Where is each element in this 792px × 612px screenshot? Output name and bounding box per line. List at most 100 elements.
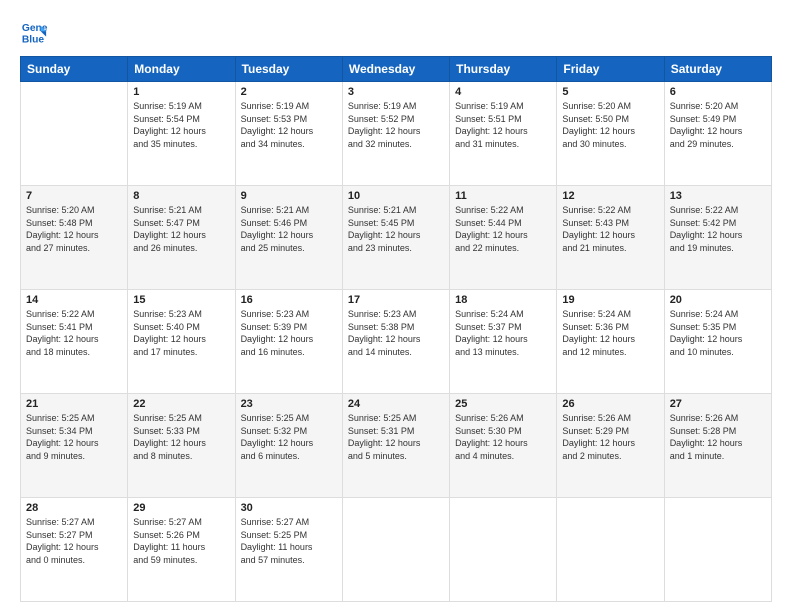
calendar-cell (342, 498, 449, 602)
day-number: 15 (133, 294, 229, 306)
cell-details: Sunrise: 5:25 AM Sunset: 5:33 PM Dayligh… (133, 412, 229, 462)
calendar-cell: 30 Sunrise: 5:27 AM Sunset: 5:25 PM Dayli… (235, 498, 342, 602)
day-number: 12 (562, 190, 658, 202)
calendar-cell: 26 Sunrise: 5:26 AM Sunset: 5:29 PM Dayli… (557, 394, 664, 498)
calendar-cell: 24 Sunrise: 5:25 AM Sunset: 5:31 PM Dayli… (342, 394, 449, 498)
header-monday: Monday (128, 57, 235, 82)
calendar-cell: 5Sunrise: 5:20 AM Sunset: 5:50 PM Daylig… (557, 82, 664, 186)
cell-details: Sunrise: 5:24 AM Sunset: 5:37 PM Dayligh… (455, 308, 551, 358)
calendar-cell: 23 Sunrise: 5:25 AM Sunset: 5:32 PM Dayli… (235, 394, 342, 498)
cell-details: Sunrise: 5:19 AM Sunset: 5:54 PM Dayligh… (133, 100, 229, 150)
header-sunday: Sunday (21, 57, 128, 82)
calendar-cell: 15 Sunrise: 5:23 AM Sunset: 5:40 PM Dayli… (128, 290, 235, 394)
header-thursday: Thursday (450, 57, 557, 82)
cell-details: Sunrise: 5:25 AM Sunset: 5:31 PM Dayligh… (348, 412, 444, 462)
calendar-week-3: 14 Sunrise: 5:22 AM Sunset: 5:41 PM Dayli… (21, 290, 772, 394)
calendar-cell: 7Sunrise: 5:20 AM Sunset: 5:48 PM Daylig… (21, 186, 128, 290)
cell-details: Sunrise: 5:21 AM Sunset: 5:47 PM Dayligh… (133, 204, 229, 254)
cell-details: Sunrise: 5:20 AM Sunset: 5:50 PM Dayligh… (562, 100, 658, 150)
day-number: 19 (562, 294, 658, 306)
calendar-cell: 12 Sunrise: 5:22 AM Sunset: 5:43 PM Dayli… (557, 186, 664, 290)
calendar-cell (21, 82, 128, 186)
calendar-cell: 11Sunrise: 5:22 AM Sunset: 5:44 PM Dayli… (450, 186, 557, 290)
cell-details: Sunrise: 5:23 AM Sunset: 5:40 PM Dayligh… (133, 308, 229, 358)
calendar-cell: 9 Sunrise: 5:21 AM Sunset: 5:46 PM Daylig… (235, 186, 342, 290)
calendar-cell: 6Sunrise: 5:20 AM Sunset: 5:49 PM Daylig… (664, 82, 771, 186)
cell-details: Sunrise: 5:21 AM Sunset: 5:45 PM Dayligh… (348, 204, 444, 254)
cell-details: Sunrise: 5:24 AM Sunset: 5:35 PM Dayligh… (670, 308, 766, 358)
day-number: 22 (133, 398, 229, 410)
calendar-cell: 19 Sunrise: 5:24 AM Sunset: 5:36 PM Dayli… (557, 290, 664, 394)
day-number: 25 (455, 398, 551, 410)
calendar-cell: 16Sunrise: 5:23 AM Sunset: 5:39 PM Dayli… (235, 290, 342, 394)
cell-details: Sunrise: 5:27 AM Sunset: 5:26 PM Dayligh… (133, 516, 229, 566)
calendar-cell: 22 Sunrise: 5:25 AM Sunset: 5:33 PM Dayli… (128, 394, 235, 498)
cell-details: Sunrise: 5:22 AM Sunset: 5:41 PM Dayligh… (26, 308, 122, 358)
calendar-cell: 17 Sunrise: 5:23 AM Sunset: 5:38 PM Dayli… (342, 290, 449, 394)
calendar-cell: 10 Sunrise: 5:21 AM Sunset: 5:45 PM Dayli… (342, 186, 449, 290)
cell-details: Sunrise: 5:19 AM Sunset: 5:52 PM Dayligh… (348, 100, 444, 150)
calendar-table: SundayMondayTuesdayWednesdayThursdayFrid… (20, 56, 772, 602)
day-number: 28 (26, 502, 122, 514)
calendar-cell: 4Sunrise: 5:19 AM Sunset: 5:51 PM Daylig… (450, 82, 557, 186)
day-number: 8 (133, 190, 229, 202)
calendar-cell: 29 Sunrise: 5:27 AM Sunset: 5:26 PM Dayli… (128, 498, 235, 602)
calendar-cell: 1 Sunrise: 5:19 AM Sunset: 5:54 PM Daylig… (128, 82, 235, 186)
cell-details: Sunrise: 5:21 AM Sunset: 5:46 PM Dayligh… (241, 204, 337, 254)
day-number: 7 (26, 190, 122, 202)
cell-details: Sunrise: 5:22 AM Sunset: 5:42 PM Dayligh… (670, 204, 766, 254)
calendar-week-1: 1 Sunrise: 5:19 AM Sunset: 5:54 PM Daylig… (21, 82, 772, 186)
header-wednesday: Wednesday (342, 57, 449, 82)
logo: General Blue (20, 18, 48, 46)
cell-details: Sunrise: 5:25 AM Sunset: 5:34 PM Dayligh… (26, 412, 122, 462)
cell-details: Sunrise: 5:24 AM Sunset: 5:36 PM Dayligh… (562, 308, 658, 358)
calendar-cell: 2 Sunrise: 5:19 AM Sunset: 5:53 PM Daylig… (235, 82, 342, 186)
calendar-week-2: 7Sunrise: 5:20 AM Sunset: 5:48 PM Daylig… (21, 186, 772, 290)
calendar-cell (557, 498, 664, 602)
page: General Blue SundayMondayTuesdayWednesda… (0, 0, 792, 612)
calendar-week-5: 28 Sunrise: 5:27 AM Sunset: 5:27 PM Dayli… (21, 498, 772, 602)
day-number: 9 (241, 190, 337, 202)
calendar-cell: 28 Sunrise: 5:27 AM Sunset: 5:27 PM Dayli… (21, 498, 128, 602)
cell-details: Sunrise: 5:27 AM Sunset: 5:25 PM Dayligh… (241, 516, 337, 566)
day-number: 10 (348, 190, 444, 202)
calendar-cell: 20Sunrise: 5:24 AM Sunset: 5:35 PM Dayli… (664, 290, 771, 394)
svg-text:Blue: Blue (22, 34, 45, 45)
day-number: 17 (348, 294, 444, 306)
cell-details: Sunrise: 5:25 AM Sunset: 5:32 PM Dayligh… (241, 412, 337, 462)
day-number: 24 (348, 398, 444, 410)
day-number: 1 (133, 86, 229, 98)
logo-icon: General Blue (20, 18, 48, 46)
cell-details: Sunrise: 5:22 AM Sunset: 5:43 PM Dayligh… (562, 204, 658, 254)
cell-details: Sunrise: 5:20 AM Sunset: 5:49 PM Dayligh… (670, 100, 766, 150)
calendar-cell: 21Sunrise: 5:25 AM Sunset: 5:34 PM Dayli… (21, 394, 128, 498)
day-number: 2 (241, 86, 337, 98)
calendar-cell (450, 498, 557, 602)
day-number: 14 (26, 294, 122, 306)
cell-details: Sunrise: 5:22 AM Sunset: 5:44 PM Dayligh… (455, 204, 551, 254)
calendar-cell: 18Sunrise: 5:24 AM Sunset: 5:37 PM Dayli… (450, 290, 557, 394)
cell-details: Sunrise: 5:26 AM Sunset: 5:30 PM Dayligh… (455, 412, 551, 462)
calendar-cell: 14 Sunrise: 5:22 AM Sunset: 5:41 PM Dayli… (21, 290, 128, 394)
day-number: 16 (241, 294, 337, 306)
cell-details: Sunrise: 5:19 AM Sunset: 5:53 PM Dayligh… (241, 100, 337, 150)
day-number: 23 (241, 398, 337, 410)
calendar-cell: 25 Sunrise: 5:26 AM Sunset: 5:30 PM Dayli… (450, 394, 557, 498)
cell-details: Sunrise: 5:23 AM Sunset: 5:38 PM Dayligh… (348, 308, 444, 358)
calendar-week-4: 21Sunrise: 5:25 AM Sunset: 5:34 PM Dayli… (21, 394, 772, 498)
header-tuesday: Tuesday (235, 57, 342, 82)
day-number: 4 (455, 86, 551, 98)
calendar-cell: 27Sunrise: 5:26 AM Sunset: 5:28 PM Dayli… (664, 394, 771, 498)
cell-details: Sunrise: 5:26 AM Sunset: 5:28 PM Dayligh… (670, 412, 766, 462)
day-number: 26 (562, 398, 658, 410)
day-number: 30 (241, 502, 337, 514)
calendar-cell (664, 498, 771, 602)
day-number: 3 (348, 86, 444, 98)
calendar-cell: 8 Sunrise: 5:21 AM Sunset: 5:47 PM Daylig… (128, 186, 235, 290)
header-friday: Friday (557, 57, 664, 82)
calendar-cell: 13 Sunrise: 5:22 AM Sunset: 5:42 PM Dayli… (664, 186, 771, 290)
day-number: 13 (670, 190, 766, 202)
cell-details: Sunrise: 5:26 AM Sunset: 5:29 PM Dayligh… (562, 412, 658, 462)
day-number: 29 (133, 502, 229, 514)
cell-details: Sunrise: 5:27 AM Sunset: 5:27 PM Dayligh… (26, 516, 122, 566)
